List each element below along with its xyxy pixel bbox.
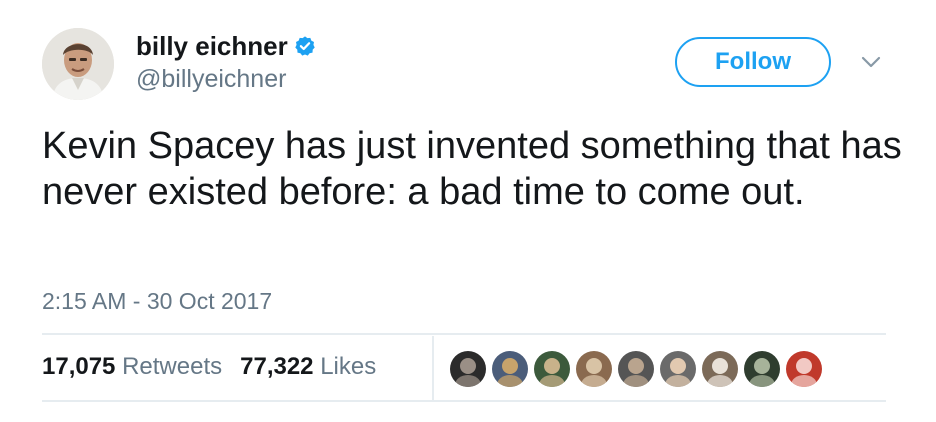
chevron-down-icon[interactable] (860, 55, 882, 69)
author-handle[interactable]: @billyeichner (136, 64, 286, 94)
liker-avatar-7-icon[interactable] (702, 351, 738, 387)
liker-avatar-4-icon[interactable] (576, 351, 612, 387)
liker-avatar-3-icon[interactable] (534, 351, 570, 387)
retweets-stat[interactable]: 17,075 Retweets (42, 352, 222, 382)
likes-label: Likes (320, 353, 377, 380)
divider (42, 400, 886, 402)
verified-badge-icon (294, 35, 316, 57)
tweet-stats: 17,075 Retweets 77,322 Likes (42, 352, 376, 382)
liker-avatars (450, 351, 822, 387)
liker-avatar-8-icon[interactable] (744, 351, 780, 387)
tweet-timestamp[interactable]: 2:15 AM - 30 Oct 2017 (42, 287, 272, 315)
author-display-name[interactable]: billy eichner (136, 31, 288, 61)
liker-avatar-2-icon[interactable] (492, 351, 528, 387)
liker-avatar-5-icon[interactable] (618, 351, 654, 387)
stats-divider (432, 336, 434, 400)
profile-avatar-icon (42, 28, 114, 100)
likes-count: 77,322 (240, 353, 314, 380)
author-avatar[interactable] (42, 28, 114, 100)
follow-button[interactable]: Follow (675, 37, 831, 87)
liker-avatar-9-icon[interactable] (786, 351, 822, 387)
likes-stat[interactable]: 77,322 Likes (240, 352, 376, 382)
liker-avatar-6-icon[interactable] (660, 351, 696, 387)
divider (42, 333, 886, 335)
author-name-row: billy eichner (136, 31, 316, 61)
retweets-count: 17,075 (42, 353, 116, 380)
liker-avatar-1-icon[interactable] (450, 351, 486, 387)
retweets-label: Retweets (122, 353, 223, 380)
tweet-text: Kevin Spacey has just invented something… (42, 125, 902, 213)
